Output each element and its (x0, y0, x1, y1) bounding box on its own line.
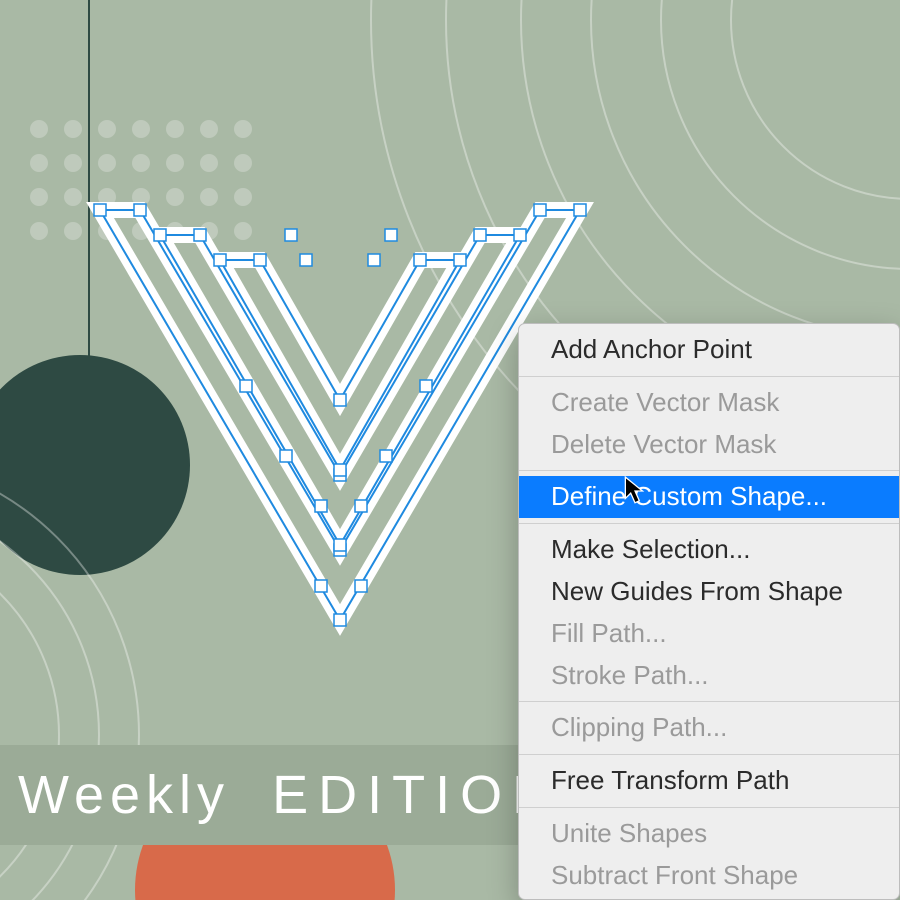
design-canvas[interactable]: Weekly EDITION # (0, 0, 900, 900)
dot-grid (30, 120, 260, 248)
menu-separator (519, 701, 899, 702)
menu-item-free-transform-path[interactable]: Free Transform Path (519, 760, 899, 802)
menu-item-unite-shapes: Unite Shapes (519, 813, 899, 855)
menu-separator (519, 754, 899, 755)
menu-separator (519, 523, 899, 524)
menu-item-fill-path: Fill Path... (519, 613, 899, 655)
menu-item-delete-vector-mask: Delete Vector Mask (519, 424, 899, 466)
context-menu[interactable]: Add Anchor Point Create Vector Mask Dele… (518, 323, 900, 900)
menu-separator (519, 470, 899, 471)
menu-separator (519, 376, 899, 377)
menu-item-stroke-path: Stroke Path... (519, 655, 899, 697)
menu-item-define-custom-shape[interactable]: Define Custom Shape... (519, 476, 899, 518)
menu-item-make-selection[interactable]: Make Selection... (519, 529, 899, 571)
menu-item-subtract-front-shape: Subtract Front Shape (519, 855, 899, 897)
menu-item-add-anchor-point[interactable]: Add Anchor Point (519, 329, 899, 371)
menu-separator (519, 807, 899, 808)
menu-item-new-guides-from-shape[interactable]: New Guides From Shape (519, 571, 899, 613)
menu-item-create-vector-mask: Create Vector Mask (519, 382, 899, 424)
banner-text-weekly: Weekly (18, 764, 230, 826)
menu-item-clipping-path: Clipping Path... (519, 707, 899, 749)
